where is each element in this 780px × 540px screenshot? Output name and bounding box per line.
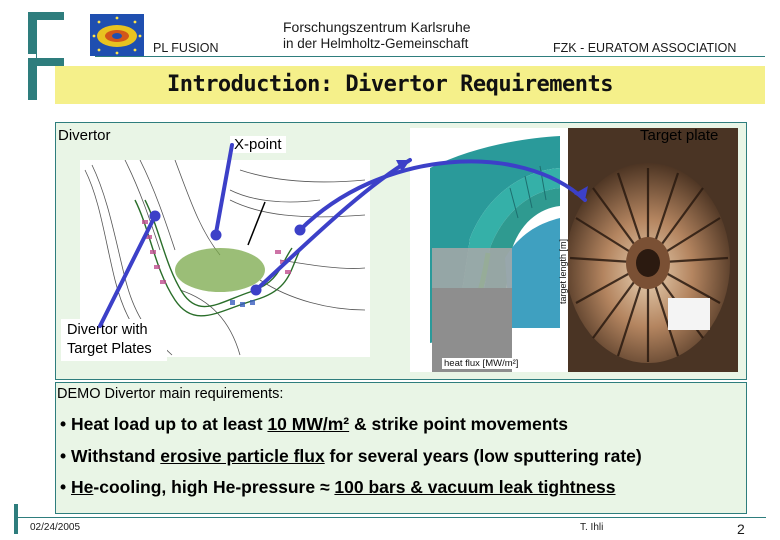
footer-bar-left xyxy=(14,504,18,534)
requirement-item-1: • Heat load up to at least 10 MW/m² & st… xyxy=(60,414,568,435)
requirement-emphasis: 100 bars & vacuum leak tightness xyxy=(334,477,616,497)
bullet: • xyxy=(60,446,67,466)
requirements-heading: DEMO Divertor main requirements: xyxy=(57,386,284,402)
requirement-text-tail: for several years (low sputtering rate) xyxy=(324,446,642,466)
page-number: 2 xyxy=(737,521,745,537)
requirement-emphasis: 10 MW/m² xyxy=(267,414,350,434)
footer-date: 02/24/2005 xyxy=(30,522,81,533)
requirement-item-3: • He-cooling, high He-pressure ≈ 100 bar… xyxy=(60,477,616,498)
requirement-item-2: • Withstand erosive particle flux for se… xyxy=(60,446,642,467)
requirement-text-tail: & strike point movements xyxy=(349,414,568,434)
bullet: • xyxy=(60,477,67,497)
footer-rule xyxy=(14,517,766,518)
footer-author: T. Ihli xyxy=(580,522,604,533)
bullet: • xyxy=(60,414,67,434)
requirement-text: -cooling, high He-pressure ≈ xyxy=(93,477,335,497)
requirement-emphasis: erosive particle flux xyxy=(160,446,325,466)
requirement-text: Heat load up to at least xyxy=(71,414,268,434)
requirement-emphasis-lead: He xyxy=(71,477,94,497)
requirement-text: Withstand xyxy=(71,446,161,466)
